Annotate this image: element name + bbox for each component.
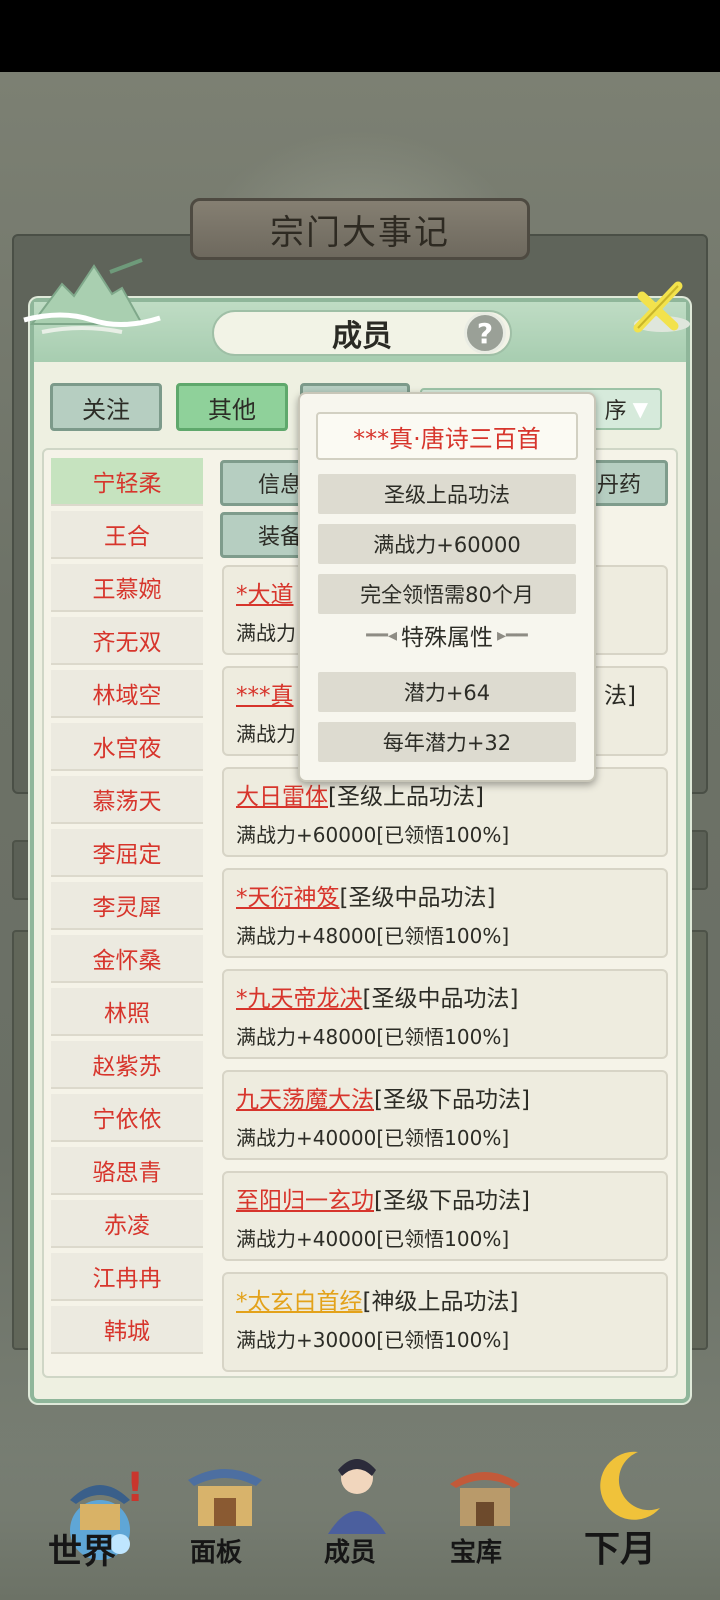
technique-card[interactable]: *天衍神笈[圣级中品功法] 满战力+48000[已领悟100%] <box>222 868 668 958</box>
technique-name[interactable]: *九天帝龙决 <box>236 986 363 1012</box>
special-heading-label: 特殊属性 <box>401 625 493 651</box>
technique-card[interactable]: 至阳归一玄功[圣级下品功法] 满战力+40000[已领悟100%] <box>222 1171 668 1261</box>
nav-next-month-label[interactable]: 下月 <box>584 1520 656 1572</box>
member-item[interactable]: 林域空 <box>51 670 203 718</box>
status-bar <box>0 0 720 72</box>
technique-stat: 满战力+60000[已领悟100%] <box>236 823 510 847</box>
wing-left-icon: ━━◂ <box>366 624 397 646</box>
member-item[interactable]: 李灵犀 <box>51 882 203 930</box>
member-avatar-icon[interactable] <box>312 1448 402 1538</box>
popup-grade: 圣级上品功法 <box>318 474 576 514</box>
technique-stat: 满战力+48000[已领悟100%] <box>236 924 510 948</box>
technique-stat: 满战力+40000[已领悟100%] <box>236 1126 510 1150</box>
technique-grade: [圣级下品功法] <box>374 1087 530 1113</box>
member-item[interactable]: 宁轻柔 <box>51 458 203 506</box>
chevron-down-icon: ▼ <box>632 397 648 421</box>
technique-stat: 满战力 <box>236 722 296 746</box>
treasury-icon[interactable] <box>440 1450 530 1540</box>
member-item[interactable]: 王合 <box>51 511 203 559</box>
technique-card[interactable]: 九天荡魔大法[圣级下品功法] 满战力+40000[已领悟100%] <box>222 1070 668 1160</box>
dialog-title: 成员 <box>332 319 392 354</box>
popup-power: 满战力+60000 <box>318 524 576 564</box>
member-item[interactable]: 林照 <box>51 988 203 1036</box>
moon-icon[interactable] <box>580 1442 670 1532</box>
technique-grade: [神级上品功法] <box>362 1289 519 1315</box>
nav-treasury-label[interactable]: 宝库 <box>450 1532 502 1569</box>
member-item[interactable]: 李屈定 <box>51 829 203 877</box>
sort-label: 序 <box>604 399 627 424</box>
popup-title: ***真·唐诗三百首 <box>316 412 578 460</box>
panel-icon[interactable] <box>180 1450 270 1540</box>
technique-name[interactable]: *天衍神笈 <box>236 885 340 911</box>
technique-popup: ***真·唐诗三百首 圣级上品功法 满战力+60000 完全领悟需80个月 ━━… <box>298 392 596 782</box>
technique-grade: [圣级下品功法] <box>374 1188 530 1214</box>
tab-follow[interactable]: 关注 <box>50 383 162 431</box>
technique-card[interactable]: *太玄白首经[神级上品功法] 满战力+30000[已领悟100%] <box>222 1272 668 1372</box>
technique-grade: 法] <box>604 683 636 709</box>
member-item[interactable]: 慕荡天 <box>51 776 203 824</box>
nav-members-label[interactable]: 成员 <box>324 1532 376 1569</box>
background-banner: 宗门大事记 <box>190 198 530 260</box>
member-item[interactable]: 金怀桑 <box>51 935 203 983</box>
technique-grade: [圣级中品功法] <box>339 885 496 911</box>
technique-name[interactable]: ***真 <box>236 683 294 709</box>
technique-stat: 满战力 <box>236 621 296 645</box>
tab-other[interactable]: 其他 <box>176 383 288 431</box>
popup-comprehend: 完全领悟需80个月 <box>318 574 576 614</box>
member-item[interactable]: 水宫夜 <box>51 723 203 771</box>
popup-attr-yearly-potential: 每年潜力+32 <box>318 722 576 762</box>
technique-stat: 满战力+30000[已领悟100%] <box>236 1328 510 1352</box>
technique-stat: 满战力+48000[已领悟100%] <box>236 1025 510 1049</box>
member-item[interactable]: 韩城 <box>51 1306 203 1354</box>
member-list: 宁轻柔 王合 王慕婉 齐无双 林域空 水宫夜 慕荡天 李屈定 李灵犀 金怀桑 林… <box>51 458 206 1378</box>
member-item[interactable]: 王慕婉 <box>51 564 203 612</box>
notification-badge: ! <box>126 1465 145 1511</box>
member-item[interactable]: 江冉冉 <box>51 1253 203 1301</box>
background-banner-title: 宗门大事记 <box>270 212 450 253</box>
technique-name[interactable]: 大日雷体 <box>236 784 328 810</box>
nav-panel-label[interactable]: 面板 <box>190 1532 242 1569</box>
member-item[interactable]: 齐无双 <box>51 617 203 665</box>
close-icon[interactable] <box>628 280 690 340</box>
technique-name[interactable]: 九天荡魔大法 <box>236 1087 374 1113</box>
technique-grade: [圣级中品功法] <box>362 986 519 1012</box>
popup-attr-potential: 潜力+64 <box>318 672 576 712</box>
member-item[interactable]: 赵紫苏 <box>51 1041 203 1089</box>
special-attributes-heading: ━━◂ 特殊属性 ▸━━ <box>318 618 576 652</box>
nav-world-label[interactable]: 世界 <box>48 1524 116 1573</box>
wing-right-icon: ▸━━ <box>497 624 528 646</box>
technique-name[interactable]: *太玄白首经 <box>236 1289 363 1315</box>
technique-name[interactable]: *大道 <box>236 582 294 608</box>
technique-name[interactable]: 至阳归一玄功 <box>236 1188 374 1214</box>
member-item[interactable]: 骆思青 <box>51 1147 203 1195</box>
member-item[interactable]: 赤凌 <box>51 1200 203 1248</box>
mountain-decoration-icon <box>23 258 161 334</box>
member-item[interactable]: 宁依依 <box>51 1094 203 1142</box>
technique-stat: 满战力+40000[已领悟100%] <box>236 1227 510 1251</box>
help-button[interactable]: ? <box>464 312 506 354</box>
technique-grade: [圣级上品功法] <box>328 784 484 810</box>
technique-card[interactable]: *九天帝龙决[圣级中品功法] 满战力+48000[已领悟100%] <box>222 969 668 1059</box>
